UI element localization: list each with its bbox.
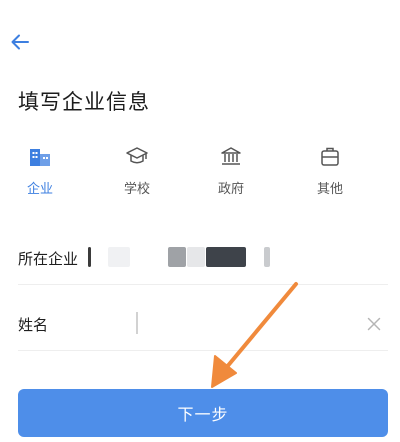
- close-icon: [367, 317, 381, 331]
- redacted-company-value: [187, 247, 205, 267]
- company-label: 所在企业: [18, 250, 79, 268]
- tab-school[interactable]: 学校: [107, 144, 167, 204]
- company-field[interactable]: 所在企业: [18, 232, 388, 285]
- redacted-company-value: [108, 247, 130, 267]
- name-field: 姓名: [18, 298, 388, 351]
- organization-type-tabs: 企业 学校 政府 其他: [0, 144, 400, 204]
- tab-enterprise-label: 企业: [26, 182, 53, 197]
- name-label: 姓名: [18, 316, 49, 334]
- annotation-arrow-icon: [211, 282, 298, 388]
- graduation-cap-icon: [125, 144, 149, 168]
- redacted-company-value: [88, 247, 91, 267]
- government-building-icon: [219, 144, 243, 168]
- arrow-left-icon: [11, 34, 29, 50]
- page-title: 填写企业信息: [18, 90, 150, 114]
- back-button[interactable]: [6, 28, 34, 56]
- tab-other-label: 其他: [316, 182, 343, 197]
- briefcase-icon: [318, 144, 342, 168]
- tab-government-label: 政府: [217, 182, 244, 197]
- clear-button[interactable]: [362, 312, 386, 336]
- redacted-company-value: [168, 247, 186, 267]
- redacted-company-value: [264, 247, 270, 267]
- tab-enterprise[interactable]: 企业: [10, 144, 70, 204]
- text-cursor: [136, 312, 138, 334]
- building-icon: [28, 144, 52, 168]
- next-button[interactable]: 下一步: [18, 389, 388, 437]
- redacted-company-value: [206, 247, 246, 267]
- name-input[interactable]: [128, 308, 352, 342]
- tab-school-label: 学校: [123, 182, 150, 197]
- tab-government[interactable]: 政府: [201, 144, 261, 204]
- tab-other[interactable]: 其他: [300, 144, 360, 204]
